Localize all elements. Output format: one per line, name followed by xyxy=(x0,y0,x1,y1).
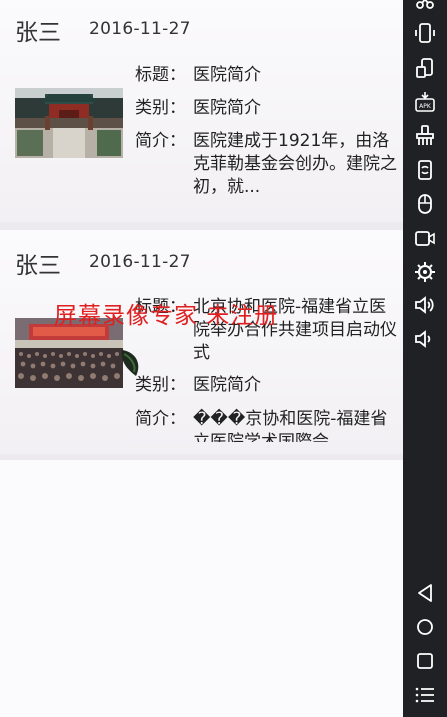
menu-icon[interactable] xyxy=(413,683,437,707)
video-record-icon[interactable] xyxy=(413,226,437,250)
volume-down-icon[interactable] xyxy=(413,327,437,351)
recents-icon[interactable] xyxy=(413,649,437,673)
emulator-toolbar: APK xyxy=(403,0,447,717)
apk-install-icon[interactable]: APK xyxy=(413,90,437,114)
intro-value: ���京协和医院-福建省立医院学术国際会 xyxy=(193,409,388,442)
author-name: 张三 xyxy=(15,20,61,46)
news-list-app: 张三 2016-11-27 标题： 医院简介 类别： 医院简介 简介： 医院建成… xyxy=(0,0,403,717)
recorder-watermark: 屏幕录像专家 未注册 xyxy=(54,303,279,329)
category-value: 医院简介 xyxy=(193,375,261,395)
hospital-building-thumbnail[interactable] xyxy=(15,88,123,158)
back-icon[interactable] xyxy=(413,581,437,605)
mouse-icon[interactable] xyxy=(413,192,437,216)
list-item[interactable]: 张三 2016-11-27 标题： 北京协和医院-福建省立医院举办合作共建项目启… xyxy=(0,230,403,454)
category-label: 类别： xyxy=(135,375,186,395)
divider xyxy=(0,222,403,230)
divider xyxy=(0,454,403,460)
scissors-icon[interactable] xyxy=(413,0,437,12)
category-row: 类别： 医院简介 xyxy=(135,97,397,120)
screen-size-icon[interactable] xyxy=(413,56,437,80)
rotate-phone-icon[interactable] xyxy=(413,21,437,45)
intro-label: 简介： xyxy=(135,409,186,429)
category-value: 医院简介 xyxy=(193,98,261,118)
category-row: 类别： 医院简介 xyxy=(135,374,397,397)
volume-up-icon[interactable] xyxy=(413,293,437,317)
brush-icon[interactable] xyxy=(413,124,437,148)
title-value: 医院简介 xyxy=(193,65,261,85)
intro-label: 简介： xyxy=(135,131,186,151)
intro-value: 医院建成于1921年，由洛克菲勒基金会创办。建院之初，就... xyxy=(193,131,397,197)
intro-row: 简介： ���京协和医院-福建省立医院学术国際会 xyxy=(135,408,397,442)
post-date: 2016-11-27 xyxy=(89,252,191,272)
phone-rotate-icon[interactable] xyxy=(413,158,437,182)
title-label: 标题： xyxy=(135,65,186,85)
intro-row: 简介： 医院建成于1921年，由洛克菲勒基金会创办。建院之初，就... xyxy=(135,130,397,200)
list-item[interactable]: 张三 2016-11-27 标题： 医院简介 类别： 医院简介 简介： 医院建成… xyxy=(0,0,403,222)
svg-text:APK: APK xyxy=(419,103,432,110)
category-label: 类别： xyxy=(135,98,186,118)
post-date: 2016-11-27 xyxy=(89,19,191,39)
author-name: 张三 xyxy=(15,253,61,279)
home-icon[interactable] xyxy=(413,615,437,639)
hospital-building-image xyxy=(15,88,123,158)
title-row: 标题： 医院简介 xyxy=(135,64,397,87)
settings-gear-icon[interactable] xyxy=(413,260,437,284)
